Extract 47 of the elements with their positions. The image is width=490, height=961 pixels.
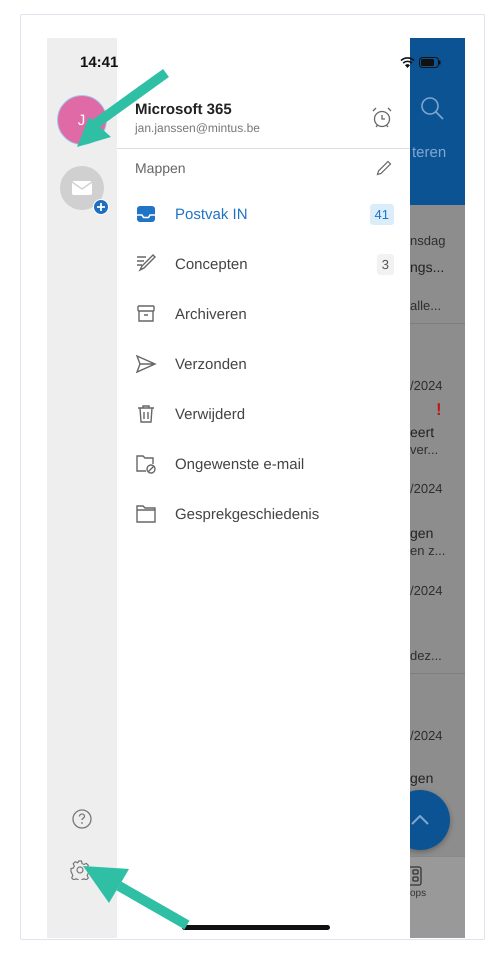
add-account-button[interactable] (60, 166, 104, 210)
message-subject: eert (410, 423, 434, 441)
battery-icon (419, 56, 441, 68)
plus-badge-icon (93, 199, 109, 215)
unread-count: 3 (376, 254, 394, 274)
folder-item[interactable]: Postvak IN 41 (117, 189, 410, 239)
unread-count: 41 (370, 204, 394, 224)
folder-icon (135, 504, 157, 524)
settings-icon[interactable] (70, 860, 90, 880)
tab-label: ops (410, 888, 426, 899)
message-subject: gen (410, 769, 434, 787)
chevron-up-icon (411, 815, 429, 825)
message-date: nsdag (410, 232, 446, 250)
account-email: jan.janssen@mintus.be (135, 121, 261, 135)
importance-text: ! (435, 401, 442, 419)
pencil-icon[interactable] (376, 160, 392, 176)
message-date: /2024 (410, 582, 443, 600)
envelope-icon (71, 180, 93, 196)
message-date: /2024 (410, 377, 443, 395)
message-preview: dez... (410, 647, 442, 665)
status-time: 14:41 (80, 54, 120, 70)
message-preview: alle... (410, 297, 442, 315)
message-subject: ngs... (410, 258, 444, 276)
section-title: Mappen (135, 160, 187, 176)
message-date: /2024 (410, 727, 443, 745)
folder-item[interactable]: Archiveren (117, 289, 410, 339)
help-icon[interactable] (72, 809, 92, 829)
message-date: /2024 (410, 480, 443, 498)
folder-item[interactable]: Verzonden (117, 339, 410, 389)
account-name: Microsoft 365 (135, 101, 233, 118)
message-subject: gen (410, 524, 434, 542)
folder-item[interactable]: Concepten 3 (117, 239, 410, 289)
message-preview: ver... (410, 441, 438, 459)
wifi-icon (400, 56, 415, 68)
filter-label: teren (412, 144, 446, 161)
archive-box-icon (136, 304, 156, 324)
trash-icon (136, 404, 156, 424)
inbox-icon (136, 204, 156, 224)
send-icon (135, 354, 157, 374)
folder-block-icon (135, 454, 157, 474)
folder-item[interactable]: Verwijderd (117, 389, 410, 439)
alarm-clock-icon[interactable] (370, 106, 394, 130)
folder-item[interactable]: Ongewenste e-mail (117, 439, 410, 489)
folder-item[interactable]: Gesprekgeschiedenis (117, 489, 410, 539)
apps-icon[interactable] (410, 866, 422, 886)
search-icon[interactable] (420, 96, 444, 120)
message-preview: en z... (410, 542, 446, 560)
